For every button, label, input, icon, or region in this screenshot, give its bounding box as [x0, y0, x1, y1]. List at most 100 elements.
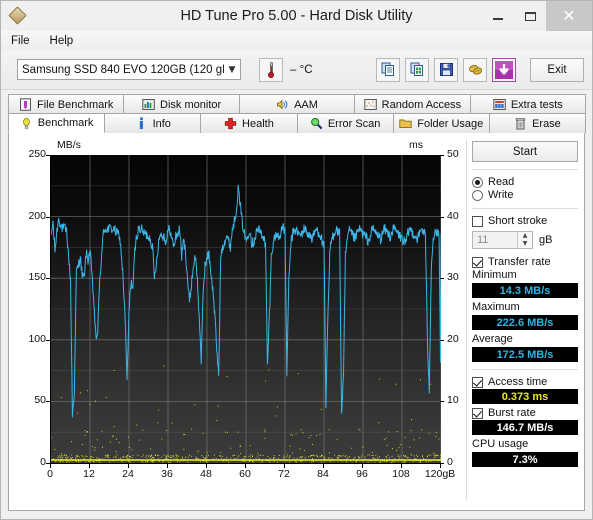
- stepper-buttons[interactable]: ▲ ▼: [517, 232, 532, 248]
- radio-read[interactable]: Read: [472, 176, 578, 188]
- chart-xtick-label: 24: [122, 468, 134, 480]
- tab-row-bottom: Benchmark Info Health Error Scan Folder …: [8, 113, 587, 133]
- stepper-up-icon[interactable]: ▲: [518, 232, 532, 240]
- minimum-label: Minimum: [472, 269, 517, 281]
- chart-xtick: [245, 464, 246, 468]
- radio-write-icon: [472, 189, 483, 201]
- menu-bar: File Help: [1, 31, 592, 50]
- maximum-label: Maximum: [472, 301, 520, 313]
- access-time-value: 0.373 ms: [472, 389, 578, 404]
- file-benchmark-icon: [19, 98, 32, 111]
- tab-folder-usage[interactable]: Folder Usage: [392, 113, 490, 133]
- chart-xtick-label: 84: [317, 468, 329, 480]
- tab-health[interactable]: Health: [200, 113, 298, 133]
- chart-ytick-label: 0: [40, 456, 46, 468]
- chart-xtick: [89, 464, 90, 468]
- burst-rate-label: Burst rate: [488, 407, 536, 419]
- short-stroke-checkbox-icon: [472, 215, 483, 227]
- chart-ytick-label: 100: [28, 332, 46, 345]
- menu-item-file[interactable]: File: [11, 35, 30, 47]
- radio-write[interactable]: Write: [472, 189, 578, 201]
- download-button[interactable]: [492, 57, 516, 82]
- maximize-icon: [524, 11, 536, 21]
- chart-ytick: [46, 339, 50, 341]
- short-stroke-stepper[interactable]: 11 ▲ ▼: [472, 231, 533, 249]
- controls-sidebar: Start Read Write Short stroke 11 ▲ ▼ gB …: [466, 133, 584, 510]
- toolbar: Samsung SSD 840 EVO 120GB (120 gB) ▼ – °…: [1, 50, 592, 90]
- chart-xtick: [206, 464, 207, 468]
- hd-tune-window: HD Tune Pro 5.00 - Hard Disk Utility ✕ F…: [0, 0, 593, 520]
- average-label: Average: [472, 333, 513, 345]
- chart-ytick: [46, 216, 50, 218]
- maximum-value: 222.6 MB/s: [472, 315, 578, 330]
- tab-erase[interactable]: Erase: [488, 113, 587, 133]
- close-button[interactable]: ✕: [546, 1, 592, 31]
- chart-xtick-label: 120gB: [424, 468, 456, 480]
- temperature-value: – °C: [290, 63, 313, 76]
- benchmark-chart: MB/s ms 0 50 100 150 200 250 0 10 20 30 40 50 0 12 24 3…: [9, 133, 466, 510]
- info-icon: [135, 117, 148, 130]
- minimize-button[interactable]: [482, 1, 514, 31]
- save-button[interactable]: [434, 57, 458, 82]
- gold-settings-icon: [468, 64, 482, 75]
- health-cross-icon: [224, 117, 237, 130]
- transfer-rate-label: Transfer rate: [488, 256, 551, 268]
- menu-item-help[interactable]: Help: [50, 35, 74, 47]
- radio-write-label: Write: [488, 189, 514, 201]
- tab-error-scan[interactable]: Error Scan: [296, 113, 394, 133]
- copy-icon: [381, 62, 394, 76]
- tab-aam[interactable]: AAM: [238, 94, 356, 114]
- thermometer-icon: [268, 61, 275, 78]
- minimize-icon: [493, 18, 503, 20]
- chart-y2label: ms: [409, 139, 423, 151]
- drive-select[interactable]: Samsung SSD 840 EVO 120GB (120 gB) ▼: [17, 59, 241, 80]
- tab-label: Error Scan: [327, 117, 381, 130]
- chart-xtick-label: 108: [392, 468, 410, 480]
- export-button[interactable]: [405, 57, 429, 82]
- tab-benchmark[interactable]: Benchmark: [8, 113, 106, 133]
- chart-xtick: [323, 464, 324, 468]
- tab-file-benchmark[interactable]: File Benchmark: [8, 94, 125, 114]
- chart-ytick: [46, 401, 50, 403]
- settings-button[interactable]: [463, 57, 487, 82]
- exit-button[interactable]: Exit: [530, 57, 584, 82]
- chart-xtick-label: 0: [47, 468, 53, 480]
- maximize-button[interactable]: [514, 1, 546, 31]
- tab-label: Benchmark: [37, 117, 94, 129]
- transfer-rate-checkbox-icon: [472, 256, 483, 268]
- average-value: 172.5 MB/s: [472, 347, 578, 362]
- chart-y2tick: [440, 155, 444, 156]
- tab-disk-monitor[interactable]: Disk monitor: [123, 94, 240, 114]
- radio-read-icon: [472, 176, 483, 188]
- tab-extra-tests[interactable]: Extra tests: [469, 94, 587, 114]
- chart-ytick: [46, 278, 50, 280]
- trash-icon: [514, 117, 527, 130]
- chart-ytick-label: 50: [34, 394, 46, 407]
- checkbox-short-stroke[interactable]: Short stroke: [472, 215, 578, 227]
- checkbox-access-time[interactable]: Access time: [472, 376, 578, 388]
- close-icon: ✕: [562, 6, 576, 25]
- checkbox-transfer-rate[interactable]: Transfer rate: [472, 256, 578, 268]
- title-bar: HD Tune Pro 5.00 - Hard Disk Utility ✕: [1, 1, 592, 31]
- chart-ytick-label: 200: [28, 209, 46, 222]
- benchmark-panel: MB/s ms 0 50 100 150 200 250 0 10 20 30 40 50 0 12 24 3…: [8, 133, 585, 511]
- tab-label: File Benchmark: [36, 98, 114, 111]
- radio-read-label: Read: [488, 176, 515, 188]
- tab-random-access[interactable]: Random Access: [354, 94, 471, 114]
- stepper-down-icon[interactable]: ▼: [518, 240, 532, 248]
- tab-label: Random Access: [381, 98, 462, 111]
- benchmark-bulb-icon: [20, 117, 33, 130]
- chevron-down-icon: ▼: [228, 64, 236, 75]
- start-button[interactable]: Start: [472, 141, 578, 162]
- access-time-checkbox-icon: [472, 376, 483, 388]
- chart-y2tick: [440, 278, 444, 280]
- tab-info[interactable]: Info: [104, 113, 202, 133]
- chart-y2tick-label: 10: [447, 394, 459, 407]
- chart-plot-area: [50, 155, 441, 464]
- drive-select-value: Samsung SSD 840 EVO 120GB (120 gB): [22, 63, 224, 76]
- checkbox-burst-rate[interactable]: Burst rate: [472, 407, 578, 419]
- copy-button[interactable]: [376, 57, 400, 82]
- tab-label: Extra tests: [510, 98, 563, 111]
- burst-rate-checkbox-icon: [472, 407, 483, 419]
- temperature-button[interactable]: [259, 57, 283, 82]
